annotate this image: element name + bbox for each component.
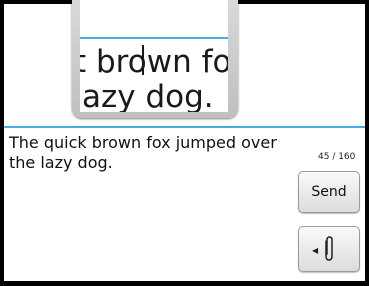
send-button-label: Send [311, 184, 347, 200]
attach-arrow-icon: ◀ [312, 246, 319, 255]
attach-button[interactable]: ◀ [298, 226, 360, 272]
magnifier-text-line-1: t brown fox [80, 44, 228, 80]
magnifier-text-line-2: azy dog. [82, 79, 214, 112]
magnifier-cursor [142, 45, 144, 75]
character-counter: 45 / 160 [318, 152, 356, 162]
send-button[interactable]: Send [298, 171, 360, 213]
magnifier-viewport: t brown fox azy dog. [80, 0, 228, 112]
magnifier-underline [80, 37, 228, 39]
paperclip-icon: ◀ [312, 235, 338, 263]
text-magnifier: t brown fox azy dog. [72, 0, 238, 118]
message-input[interactable]: The quick brown fox jumped over the lazy… [9, 133, 289, 173]
